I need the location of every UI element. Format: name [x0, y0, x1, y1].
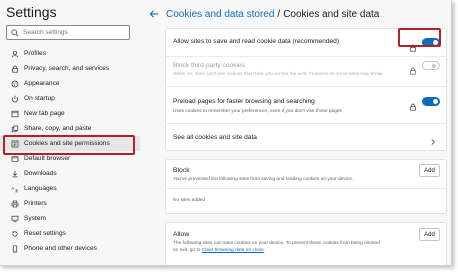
- allow-description-line2: on exit, go to Clear browsing data on cl…: [173, 248, 265, 253]
- sidebar-item-new-tab-page[interactable]: New tab page: [0, 106, 140, 121]
- allow-add-button[interactable]: Add: [419, 228, 440, 241]
- printer-icon: [10, 199, 19, 208]
- sidebar-item-label: Cookies and site permissions: [24, 140, 110, 147]
- sidebar-item-downloads[interactable]: Downloads: [0, 166, 140, 181]
- sidebar-item-label: On startup: [24, 95, 55, 102]
- sidebar-item-label: Downloads: [24, 170, 57, 177]
- block-third-party-row: Block third-party cookies When on, sites…: [166, 57, 446, 86]
- block-third-party-description: When on, sites can't use cookies that tr…: [173, 72, 385, 77]
- sidebar-title: Settings: [6, 4, 57, 20]
- block-description: You've prevented the following sites fro…: [173, 177, 354, 182]
- profile-icon: [10, 49, 19, 58]
- download-icon: [10, 169, 19, 178]
- sidebar-item-label: Phone and other devices: [24, 245, 97, 252]
- browser-icon: [10, 154, 19, 163]
- preload-label: Preload pages for faster browsing and se…: [173, 98, 315, 105]
- cookie-settings-card: Allow sites to save and read cookie data…: [165, 28, 447, 151]
- power-icon: [10, 94, 19, 103]
- page-title: Cookies and site data: [283, 8, 380, 20]
- phone-icon: [10, 244, 19, 253]
- managed-lock-icon: [409, 39, 417, 52]
- sidebar-item-default-browser[interactable]: Default browser: [0, 151, 140, 166]
- allow-sites-label: Allow sites to save and read cookie data…: [173, 38, 340, 45]
- block-third-party-label: Block third-party cookies: [173, 62, 245, 69]
- search-icon: [11, 24, 19, 42]
- sidebar-item-languages[interactable]: Aあ Languages: [0, 181, 140, 196]
- allow-description-line1: The following sites can save cookies on …: [173, 241, 380, 246]
- clear-browsing-data-link[interactable]: Clear browsing data on close: [202, 248, 264, 253]
- managed-lock-icon: [409, 98, 417, 111]
- sidebar-item-on-startup[interactable]: On startup: [0, 91, 140, 106]
- breadcrumb-link[interactable]: Cookies and data stored: [166, 9, 274, 20]
- back-arrow-icon[interactable]: [148, 8, 160, 20]
- preload-description: Uses cookies to remember your preference…: [173, 109, 342, 114]
- allow-sites-row[interactable]: Allow sites to save and read cookie data…: [166, 29, 446, 56]
- sidebar-item-label: Privacy, search, and services: [24, 65, 110, 72]
- preload-row[interactable]: Preload pages for faster browsing and se…: [166, 87, 446, 123]
- sidebar-item-label: Languages: [24, 185, 57, 192]
- lock-icon: [10, 64, 19, 73]
- sidebar-item-privacy[interactable]: Privacy, search, and services: [0, 61, 140, 76]
- sidebar-item-label: Reset settings: [24, 230, 66, 237]
- sidebar-item-phone-devices[interactable]: Phone and other devices: [0, 241, 140, 256]
- main-panel: Cookies and data stored / Cookies and si…: [140, 0, 451, 265]
- sidebar-item-label: Printers: [24, 200, 47, 207]
- chevron-right-icon: [429, 133, 437, 145]
- see-all-cookies-row[interactable]: See all cookies and site data: [166, 124, 446, 151]
- languages-icon: Aあ: [10, 184, 19, 193]
- allow-description-suffix: .: [263, 248, 266, 253]
- sidebar-item-cookies-site-permissions[interactable]: Cookies and site permissions: [0, 136, 140, 151]
- allow-description-prefix: on exit, go to: [173, 248, 201, 253]
- row-divider: [166, 188, 446, 189]
- sidebar-nav: Profiles Privacy, search, and services A…: [0, 46, 140, 256]
- settings-window: Settings Profiles Privacy, search, and s…: [0, 0, 452, 266]
- system-icon: [10, 214, 19, 223]
- sidebar-item-label: Appearance: [24, 80, 60, 87]
- block-add-button[interactable]: Add: [419, 164, 440, 177]
- sidebar-item-reset-settings[interactable]: Reset settings: [0, 226, 140, 241]
- block-empty-note: No sites added: [173, 198, 205, 203]
- search-settings-box[interactable]: [6, 25, 130, 40]
- allow-card: Allow The following sites can save cooki…: [165, 222, 447, 265]
- managed-lock-icon: [409, 62, 417, 75]
- allow-sites-toggle[interactable]: [422, 38, 440, 47]
- sidebar-item-label: Share, copy, and paste: [24, 125, 92, 132]
- sidebar-item-appearance[interactable]: Appearance: [0, 76, 140, 91]
- appearance-icon: [10, 79, 19, 88]
- sidebar-item-label: Profiles: [24, 50, 46, 57]
- see-all-cookies-label: See all cookies and site data: [173, 134, 257, 141]
- allow-title: Allow: [173, 231, 190, 238]
- sidebar-item-label: Default browser: [24, 155, 71, 162]
- svg-text:あ: あ: [14, 188, 18, 193]
- sidebar-item-system[interactable]: System: [0, 211, 140, 226]
- reset-icon: [10, 229, 19, 238]
- newtab-icon: [10, 109, 19, 118]
- sidebar-item-profiles[interactable]: Profiles: [0, 46, 140, 61]
- block-third-party-toggle: [422, 61, 440, 70]
- preload-toggle[interactable]: [422, 97, 440, 106]
- page-header: Cookies and data stored / Cookies and si…: [148, 8, 379, 20]
- sidebar-item-label: System: [24, 215, 46, 222]
- sidebar: Settings Profiles Privacy, search, and s…: [0, 0, 140, 265]
- sidebar-item-label: New tab page: [24, 110, 65, 117]
- share-icon: [10, 124, 19, 133]
- block-title: Block: [173, 167, 190, 174]
- sidebar-item-share-copy-paste[interactable]: Share, copy, and paste: [0, 121, 140, 136]
- site-permissions-icon: [10, 139, 19, 148]
- svg-text:A: A: [11, 185, 14, 190]
- block-card: Block You've prevented the following sit…: [165, 159, 447, 214]
- breadcrumb-separator: /: [277, 8, 281, 20]
- sidebar-item-printers[interactable]: Printers: [0, 196, 140, 211]
- search-input[interactable]: [23, 29, 123, 36]
